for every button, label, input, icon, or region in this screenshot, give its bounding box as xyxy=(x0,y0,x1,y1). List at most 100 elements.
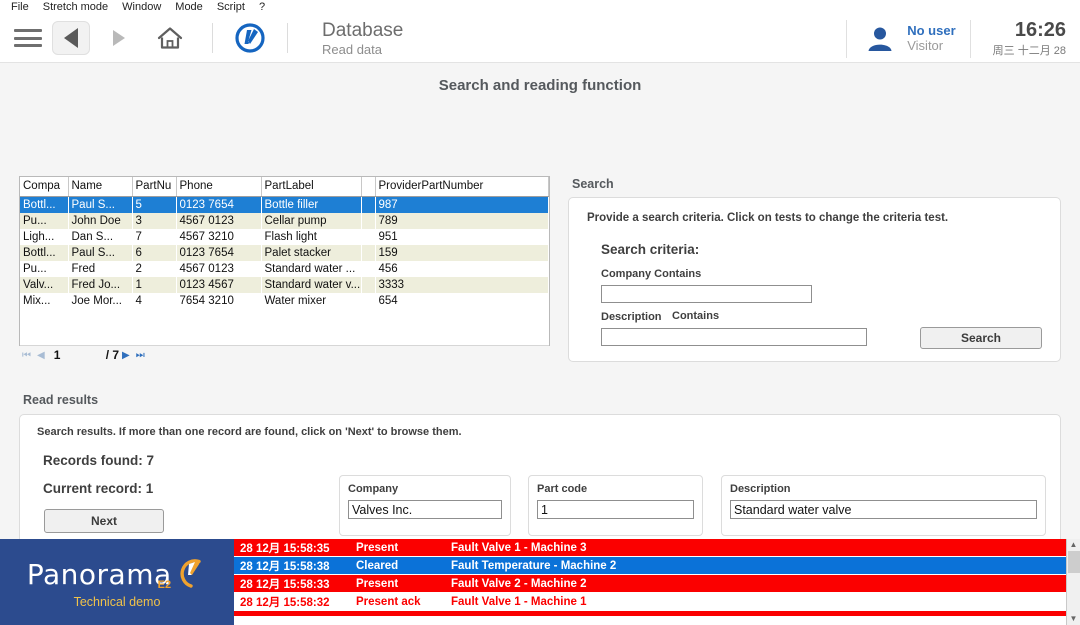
partcode-result-input[interactable] xyxy=(537,500,694,519)
pager-last-icon[interactable]: ⏭ xyxy=(133,350,148,361)
table-cell: 654 xyxy=(375,292,549,309)
table-cell: 456 xyxy=(375,260,549,277)
table-cell: 1 xyxy=(132,276,176,293)
app-title: Database xyxy=(322,19,404,41)
table-column-header[interactable]: PartNu xyxy=(132,177,177,197)
table-cell: 4 xyxy=(132,292,176,309)
alarm-scrollbar-thumb[interactable] xyxy=(1068,551,1080,573)
table-cell: 5 xyxy=(132,196,176,213)
table-cell: Standard water ... xyxy=(261,260,361,277)
alarm-scroll-down-icon[interactable]: ▼ xyxy=(1067,613,1080,625)
table-cell xyxy=(361,244,375,261)
app-toolbar: Database Read data No user Visitor 16:26… xyxy=(0,15,1080,63)
user-role: Visitor xyxy=(907,37,944,53)
records-found-text: Records found: 7 xyxy=(43,453,155,468)
panorama-app-logo-icon xyxy=(233,21,267,55)
table-column-header[interactable]: ProviderPartNumber xyxy=(375,177,549,197)
table-column-header[interactable]: PartLabel xyxy=(261,177,362,197)
company-result-input[interactable] xyxy=(348,500,502,519)
forward-button[interactable] xyxy=(100,21,138,55)
table-cell: Palet stacker xyxy=(261,244,361,261)
table-column-header[interactable]: Compa xyxy=(20,177,69,197)
menu-item-window[interactable]: Window xyxy=(115,0,168,15)
bottom-banner: Panorama E2 Technical demo 28 12月 15:58:… xyxy=(0,539,1080,625)
alarm-scroll-up-icon[interactable]: ▲ xyxy=(1067,539,1080,551)
menu-item-stretch-mode[interactable]: Stretch mode xyxy=(36,0,115,15)
menu-item-mode[interactable]: Mode xyxy=(168,0,210,15)
table-column-header[interactable] xyxy=(361,177,376,197)
description-field-label: Description xyxy=(601,311,662,323)
alarm-time: 28 12月 15:58:32 xyxy=(240,596,330,609)
back-button[interactable] xyxy=(52,21,90,56)
avatar-icon xyxy=(865,24,895,54)
description-operator-label[interactable]: Contains xyxy=(672,310,719,322)
table-cell: Valv... xyxy=(20,276,68,293)
table-row[interactable]: Mix... Joe Mor... 4 7654 3210 Water mixer 654 xyxy=(20,292,549,309)
toolbar-divider-2 xyxy=(287,23,288,54)
user-block[interactable]: No user Visitor xyxy=(846,19,969,58)
table-row[interactable]: Pu... Fred 2 4567 0123 Standard water ... 456 xyxy=(20,260,549,277)
pager-first-icon[interactable]: ⏮ xyxy=(19,350,34,361)
table-cell: Dan S... xyxy=(68,228,132,245)
next-record-button[interactable]: Next xyxy=(44,509,164,533)
table-row[interactable]: Bottl... Paul S... 6 0123 7654 Palet stacker… xyxy=(20,244,549,261)
alarm-row[interactable]: 28 12月 15:58:35 Present Fault Valve 1 - Ma… xyxy=(234,539,1080,557)
alarm-state: Present xyxy=(356,577,399,590)
table-row[interactable]: Ligh... Dan S... 7 4567 3210 Flash light 951 xyxy=(20,228,549,245)
table-cell: 987 xyxy=(375,196,549,213)
alarm-row[interactable]: 28 12月 15:58:32 Present ack Fault Valve 1 … xyxy=(234,593,1080,611)
alarm-state: Present ack xyxy=(356,595,421,608)
toolbar-right-group: No user Visitor 16:26 周三 十二月 28 xyxy=(846,15,1080,63)
menu-item-[interactable]: ? xyxy=(252,0,272,15)
user-name: No user xyxy=(907,22,956,38)
table-row[interactable]: Bottl... Paul S... 5 0123 7654 Bottle filler… xyxy=(20,196,549,213)
table-cell: Fred xyxy=(68,260,132,277)
pager-prev-icon[interactable]: ◀ xyxy=(34,350,48,361)
table-cell: Cellar pump xyxy=(261,212,361,229)
menu-hamburger-icon[interactable] xyxy=(14,27,42,49)
home-button[interactable] xyxy=(148,21,192,55)
arrow-left-icon xyxy=(64,28,78,49)
records-table[interactable]: Compa Name PartNu Phone PartLabel ProviderPar… xyxy=(19,176,550,362)
menu-item-script[interactable]: Script xyxy=(210,0,252,15)
table-cell: Pu... xyxy=(20,260,68,277)
pager-total-pages: / 7 xyxy=(105,348,120,362)
toolbar-divider-1 xyxy=(212,23,213,54)
table-row[interactable]: Valv... Fred Jo... 1 0123 4567 Standard wate… xyxy=(20,276,549,293)
alarm-time: 28 12月 15:58:33 xyxy=(240,578,330,591)
table-cell: 6 xyxy=(132,244,176,261)
table-column-header[interactable]: Phone xyxy=(176,177,262,197)
table-column-header[interactable]: Name xyxy=(68,177,133,197)
alarm-list[interactable]: 28 12月 15:58:35 Present Fault Valve 1 - Ma… xyxy=(234,539,1080,625)
clock-block: 16:26 周三 十二月 28 xyxy=(969,19,1080,58)
table-pager[interactable]: ⏮ ◀ 1 / 7 ▶ ⏭ xyxy=(19,346,550,364)
table-cell: 3 xyxy=(132,212,176,229)
table-cell: 7 xyxy=(132,228,176,245)
alarm-row[interactable]: 28 12月 15:58:33 Present Fault Valve 2 - Ma… xyxy=(234,575,1080,593)
search-button[interactable]: Search xyxy=(920,327,1042,349)
table-cell: 2 xyxy=(132,260,176,277)
description-result-box: Description xyxy=(721,475,1046,536)
alarm-message: Fault Valve 1 - Machine 1 xyxy=(451,595,587,608)
table-row[interactable]: Pu... John Doe 3 4567 0123 Cellar pump 789 xyxy=(20,212,549,229)
alarm-message: Fault Valve 2 - Machine 2 xyxy=(451,577,587,590)
table-header-row: Compa Name PartNu Phone PartLabel ProviderPar… xyxy=(20,177,549,197)
alarm-time: 28 12月 15:58:35 xyxy=(240,542,330,555)
current-record-text: Current record: 1 xyxy=(43,481,154,496)
company-search-input[interactable] xyxy=(601,285,812,303)
search-criteria-title: Search criteria: xyxy=(601,242,700,257)
description-search-input[interactable] xyxy=(601,328,867,346)
pager-current-page[interactable]: 1 xyxy=(54,348,106,362)
table-cell xyxy=(361,276,375,293)
alarm-scrollbar[interactable]: ▲ ▼ xyxy=(1066,539,1080,625)
table-cell: Mix... xyxy=(20,292,68,309)
table-cell: Water mixer xyxy=(261,292,361,309)
menu-item-file[interactable]: File xyxy=(4,0,36,15)
description-result-input[interactable] xyxy=(730,500,1037,519)
pager-next-icon[interactable]: ▶ xyxy=(119,350,133,361)
alarm-time: 28 12月 15:58:38 xyxy=(240,560,330,573)
alarm-row[interactable]: 28 12月 15:58:38 Cleared Fault Temperature … xyxy=(234,557,1080,575)
alarm-row-partial[interactable] xyxy=(234,611,1080,617)
table-cell: 4567 0123 xyxy=(176,212,261,229)
company-field-label: Company Contains xyxy=(601,268,702,280)
